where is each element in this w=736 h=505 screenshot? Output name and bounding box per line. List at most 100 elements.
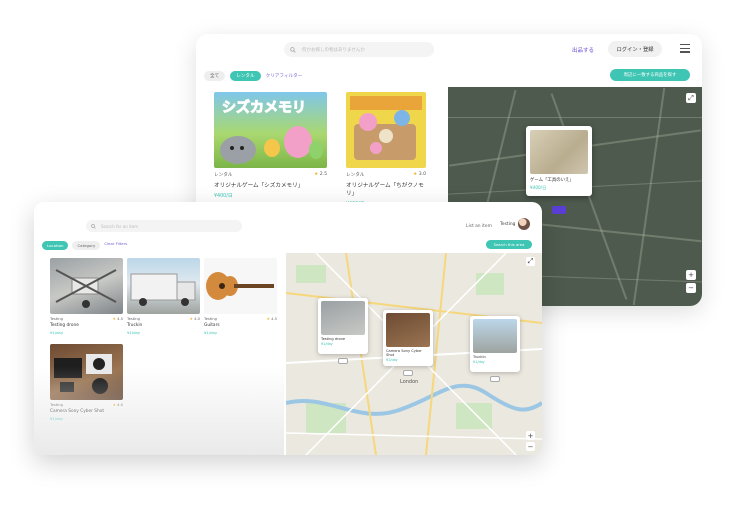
map-popup[interactable]: ゲーム「工具のいえ」 ¥400/日 [526,126,592,196]
item-image [50,344,123,400]
search-placeholder: 何かお探しの物はありませんか [302,47,365,53]
popup-title: Truckin [473,355,486,359]
zoom-in-icon[interactable]: + [686,270,696,280]
list-item[interactable]: Testing ★ 4.0 Camera Sony Cyber Shot ¥1/… [50,344,123,421]
user-name: Testing [500,222,516,227]
map-place-label: London [400,379,418,385]
map-marker[interactable] [490,376,500,382]
map-marker[interactable] [552,206,566,214]
item-rating: ★ 3.0 [413,172,426,177]
truck-photo [130,273,196,306]
list-item[interactable]: Testing ★ 4.5 Testing drone ¥1/day [50,258,123,335]
item-title: Testing drone [50,323,79,328]
list-item[interactable]: レンタル ★ 3.0 オリジナルゲーム「ちがクノモリ」 ¥400/日 [346,92,426,207]
item-rating: ★ 4.0 [112,403,123,407]
star-icon: ★ [112,403,116,407]
item-price: ¥1/day [50,416,64,421]
item-price: ¥1/day [204,330,218,335]
zoom-in-icon[interactable]: + [526,431,535,440]
filter-rental[interactable]: レンタル [230,71,261,81]
post-item-link[interactable]: 出品する [572,46,594,54]
filter-bar: 全て レンタル クリアフィルター [204,70,302,82]
item-title: オリジナルゲーム「シズカメモリ」 [214,183,304,189]
popup-image [321,301,365,335]
game-cover-illustration: シズカメモリ [220,99,323,164]
item-image: シズカメモリ [214,92,327,168]
svg-text:シズカメモリ: シズカメモリ [222,99,306,116]
item-title: Camera Sony Cyber Shot [50,409,105,414]
fullscreen-icon[interactable]: ⤢ [526,257,535,266]
map-popup[interactable]: Testing drone ¥1/day [318,298,368,354]
item-category: Testing [50,403,63,407]
popup-title: ゲーム「工具のいえ」 [530,178,574,183]
item-price: ¥400/日 [214,194,233,199]
search-input[interactable]: 何かお探しの物はありませんか [284,42,434,57]
item-image [127,258,200,314]
star-icon: ★ [112,317,116,321]
star-icon: ★ [314,172,319,177]
item-title: オリジナルゲーム「ちがクノモリ」 [346,183,424,197]
popup-title: Camera Sony Cyber Shot [386,349,422,357]
item-title: Guitars [204,323,220,328]
front-app-window: Search for an item List an item Testing … [34,202,542,455]
camera-photo [54,354,112,394]
star-icon: ★ [266,317,270,321]
item-category: レンタル [214,173,233,178]
filter-category[interactable]: Category [72,241,101,250]
map-marker[interactable] [403,370,413,376]
item-image [204,258,277,314]
avatar[interactable] [518,218,530,230]
item-image [50,258,123,314]
item-category: Testing [127,317,140,321]
item-title: Truckin [127,323,143,328]
search-area-button[interactable]: Search this area [486,240,532,249]
popup-image [386,313,430,347]
fullscreen-icon[interactable]: ⤢ [686,93,696,103]
clear-filters-link[interactable]: Clear Filters [104,241,127,250]
filter-bar: Location Category Clear Filters [42,241,127,250]
popup-title: Testing drone [321,337,346,341]
popup-price: ¥1/day [386,358,398,362]
drone-photo [55,269,117,308]
map-popup[interactable]: Truckin ¥1/day [470,316,520,372]
popup-image [530,130,588,174]
item-rating: ★ 2.5 [314,172,327,177]
search-input[interactable]: Search for an item [86,220,242,232]
marketing-composite: 何かお探しの物はありませんか 出品する ログイン・登録 全て レンタル クリアフ… [0,0,736,505]
search-icon [91,223,96,229]
popup-price: ¥1/day [321,342,333,346]
search-placeholder: Search for an item [101,223,139,229]
item-category: Testing [204,317,217,321]
popup-price: ¥400/日 [530,185,547,190]
list-item-link[interactable]: List an item [466,224,492,229]
star-icon: ★ [189,317,193,321]
search-icon [290,46,296,53]
list-item[interactable]: Testing ★ 4.0 Truckin ¥1/day [127,258,200,335]
clear-filters-link[interactable]: クリアフィルター [266,73,303,79]
popup-image [473,319,517,353]
item-category: レンタル [346,173,365,178]
search-area-button[interactable]: 周辺に一致する商品を探す [610,69,690,81]
login-button[interactable]: ログイン・登録 [608,41,662,57]
item-rating: ★ 4.5 [266,317,277,321]
item-rating: ★ 4.5 [112,317,123,321]
back-header: 何かお探しの物はありませんか 出品する ログイン・登録 [196,34,702,66]
item-price: ¥1/day [127,330,141,335]
map-marker[interactable] [338,358,348,364]
zoom-out-icon[interactable]: − [686,283,696,293]
popup-price: ¥1/day [473,360,485,364]
item-category: Testing [50,317,63,321]
item-rating: ★ 4.0 [189,317,200,321]
list-item[interactable]: Testing ★ 4.5 Guitars ¥1/day [204,258,277,335]
filter-all[interactable]: 全て [204,71,226,81]
star-icon: ★ [413,172,418,177]
item-price: ¥1/day [50,330,64,335]
game-cover-illustration [350,96,422,160]
zoom-out-icon[interactable]: − [526,442,535,451]
map-popup[interactable]: Camera Sony Cyber Shot ¥1/day [383,310,433,366]
filter-location[interactable]: Location [42,241,69,250]
item-image [346,92,426,168]
list-item[interactable]: シズカメモリ レンタル ★ 2.5 オリジナルゲーム「シズカメモリ」 ¥400/… [214,92,327,199]
guitar-photo [206,272,274,300]
menu-icon[interactable] [680,44,690,53]
